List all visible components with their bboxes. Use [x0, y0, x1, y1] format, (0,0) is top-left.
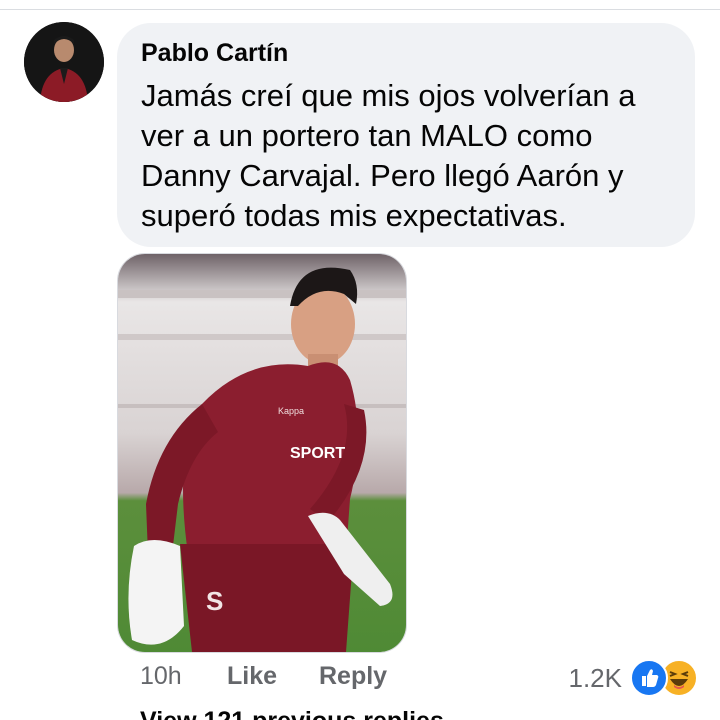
- goalkeeper-photo: Kappa SPORT S: [118, 254, 406, 652]
- reply-button[interactable]: Reply: [319, 662, 387, 691]
- comment-text: Jamás creí que mis ojos volverían a ver …: [141, 78, 636, 233]
- comment-author[interactable]: Pablo Cartín: [141, 39, 288, 68]
- comment-photo[interactable]: Kappa SPORT S: [117, 253, 407, 653]
- shorts-logo: S: [206, 586, 223, 616]
- comment-bubble: Pablo Cartín Jamás creí que mis ojos vol…: [117, 23, 695, 247]
- like-icon: [630, 659, 668, 697]
- top-divider: [0, 0, 720, 10]
- jersey-sponsor: SPORT: [290, 445, 345, 462]
- reaction-count: 1.2K: [568, 662, 623, 693]
- jersey-brand: Kappa: [278, 406, 304, 416]
- reactions-summary[interactable]: 1.2K: [568, 659, 698, 697]
- comment-timestamp[interactable]: 10h: [140, 662, 182, 691]
- avatar-image: [24, 22, 104, 102]
- like-button[interactable]: Like: [227, 662, 277, 691]
- avatar[interactable]: [24, 22, 104, 102]
- view-replies-link[interactable]: View 121 previous replies: [140, 706, 444, 720]
